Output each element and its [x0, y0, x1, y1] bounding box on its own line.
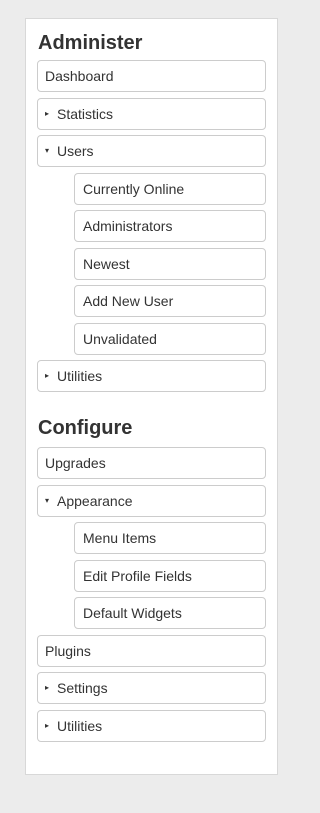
- menu-item-utilities[interactable]: ▸ Utilities: [37, 360, 266, 392]
- menu-item-settings[interactable]: ▸ Settings: [37, 672, 266, 704]
- administer-heading: Administer: [38, 32, 143, 54]
- configure-heading: Configure: [38, 417, 133, 439]
- submenu-item-label: Edit Profile Fields: [83, 568, 192, 584]
- submenu-item-menu-items[interactable]: Menu Items: [74, 522, 266, 554]
- collapse-arrow-icon: ▾: [45, 146, 50, 155]
- collapse-arrow-icon: ▾: [45, 496, 50, 505]
- submenu-item-default-widgets[interactable]: Default Widgets: [74, 597, 266, 629]
- menu-item-label: Upgrades: [45, 455, 106, 471]
- menu-item-users[interactable]: ▾ Users: [37, 135, 266, 167]
- menu-item-label: Utilities: [57, 718, 103, 734]
- expand-arrow-icon: ▸: [45, 721, 50, 730]
- menu-item-label: Utilities: [57, 368, 103, 384]
- submenu-item-currently-online[interactable]: Currently Online: [74, 173, 266, 205]
- submenu-item-add-new-user[interactable]: Add New User: [74, 285, 266, 317]
- menu-item-appearance[interactable]: ▾ Appearance: [37, 485, 266, 517]
- admin-sidebar-panel: Administer Dashboard ▸ Statistics ▾ Users …: [25, 18, 278, 775]
- submenu-item-unvalidated[interactable]: Unvalidated: [74, 323, 266, 355]
- menu-item-statistics[interactable]: ▸ Statistics: [37, 98, 266, 130]
- submenu-item-label: Add New User: [83, 293, 174, 309]
- menu-item-label: Appearance: [57, 493, 133, 509]
- submenu-item-label: Unvalidated: [83, 331, 157, 347]
- menu-item-configure-utilities[interactable]: ▸ Utilities: [37, 710, 266, 742]
- menu-item-label: Statistics: [57, 106, 114, 122]
- menu-item-label: Dashboard: [45, 68, 114, 84]
- menu-item-plugins[interactable]: Plugins: [37, 635, 266, 667]
- submenu-item-edit-profile-fields[interactable]: Edit Profile Fields: [74, 560, 266, 592]
- menu-item-dashboard[interactable]: Dashboard: [37, 60, 266, 92]
- menu-item-upgrades[interactable]: Upgrades: [37, 447, 266, 479]
- submenu-item-label: Menu Items: [83, 530, 157, 546]
- submenu-item-label: Currently Online: [83, 181, 185, 197]
- submenu-item-label: Administrators: [83, 218, 173, 234]
- menu-item-label: Plugins: [45, 643, 91, 659]
- menu-item-label: Users: [57, 143, 94, 159]
- expand-arrow-icon: ▸: [45, 371, 50, 380]
- submenu-item-newest[interactable]: Newest: [74, 248, 266, 280]
- expand-arrow-icon: ▸: [45, 683, 50, 692]
- submenu-item-label: Newest: [83, 256, 130, 272]
- menu-item-label: Settings: [57, 680, 108, 696]
- submenu-item-administrators[interactable]: Administrators: [74, 210, 266, 242]
- expand-arrow-icon: ▸: [45, 109, 50, 118]
- submenu-item-label: Default Widgets: [83, 605, 182, 621]
